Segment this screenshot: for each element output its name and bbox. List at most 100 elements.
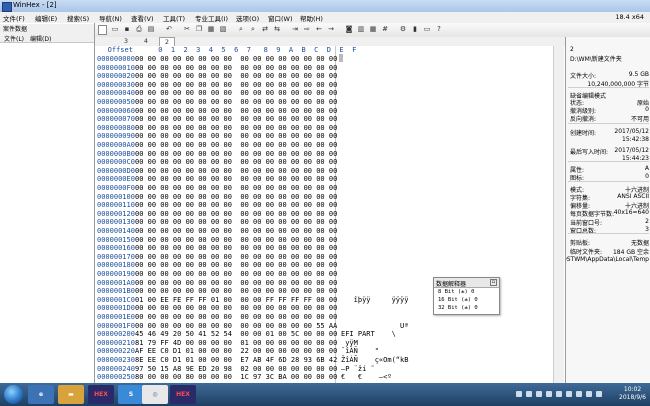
row-hex-bytes[interactable]: 45 46 49 20 50 41 52 54 00 00 01 00 5C 0… bbox=[135, 330, 337, 338]
menu-file[interactable]: 文件(F) bbox=[3, 13, 25, 23]
start-button[interactable] bbox=[4, 385, 23, 404]
winhex-task-icon-2[interactable]: HEX bbox=[170, 385, 196, 404]
tray-icon-9[interactable] bbox=[596, 391, 602, 397]
row-hex-bytes[interactable]: 00 00 00 00 00 00 00 00 00 00 00 00 00 0… bbox=[135, 218, 337, 226]
row-hex-bytes[interactable]: 00 00 00 00 00 00 00 00 00 00 00 00 00 0… bbox=[135, 89, 337, 97]
row-hex-bytes[interactable]: 00 00 00 00 00 00 00 00 00 00 00 00 00 0… bbox=[135, 167, 337, 175]
new-file-icon[interactable] bbox=[98, 25, 107, 35]
menu-search[interactable]: 搜索(S) bbox=[67, 13, 89, 23]
row-hex-bytes[interactable]: 00 00 00 00 00 00 00 00 00 00 00 00 00 0… bbox=[135, 115, 337, 123]
tray-icon-4[interactable] bbox=[546, 391, 552, 397]
menu-window[interactable]: 窗口(W) bbox=[268, 13, 293, 23]
help-icon[interactable]: ? bbox=[434, 25, 444, 34]
window-icon[interactable]: ▭ bbox=[422, 25, 432, 34]
row-hex-bytes[interactable]: 00 00 00 00 00 00 00 00 00 00 00 00 00 0… bbox=[135, 55, 337, 63]
tray-icon-2[interactable] bbox=[526, 391, 532, 397]
browser-icon[interactable]: ◎ bbox=[142, 385, 168, 404]
row-hex-bytes[interactable]: 00 00 00 00 00 00 00 00 00 00 00 00 00 0… bbox=[135, 64, 337, 72]
row-text[interactable]: îþÿÿ ÿÿÿÿ bbox=[341, 296, 409, 304]
row-hex-bytes[interactable]: 00 00 00 00 00 00 00 00 00 00 00 00 00 0… bbox=[135, 184, 337, 192]
row-hex-bytes[interactable]: 00 00 00 00 00 00 00 00 00 00 00 00 00 0… bbox=[135, 261, 337, 269]
row-hex-bytes[interactable]: 97 50 15 A8 9E ED 20 98 02 00 00 00 00 0… bbox=[135, 365, 337, 373]
row-hex-bytes[interactable]: 00 00 00 00 00 00 00 00 00 00 00 00 00 0… bbox=[135, 72, 337, 80]
row-hex-bytes[interactable]: 8E EE C0 D1 01 00 00 00 E7 AB 4F 6D 28 9… bbox=[135, 356, 337, 364]
winhex-task-icon[interactable]: HEX bbox=[88, 385, 114, 404]
interpreter-options-icon[interactable]: ▫ bbox=[490, 279, 497, 286]
row-hex-bytes[interactable]: 00 00 00 00 00 00 00 00 00 00 00 00 00 0… bbox=[135, 193, 337, 201]
menu-navigation[interactable]: 导航(N) bbox=[99, 13, 122, 23]
row-hex-bytes[interactable]: 00 00 00 00 00 00 00 00 00 00 00 00 00 0… bbox=[135, 158, 337, 166]
row-hex-bytes[interactable]: 00 00 00 00 00 00 00 00 00 00 00 00 00 0… bbox=[135, 236, 337, 244]
disk-icon[interactable]: ◙ bbox=[344, 25, 354, 34]
row-hex-bytes[interactable]: 00 00 00 00 00 00 00 00 00 00 00 00 00 0… bbox=[135, 107, 337, 115]
row-hex-bytes[interactable]: 00 00 00 00 00 00 00 00 00 00 00 00 00 0… bbox=[135, 141, 337, 149]
tab-4[interactable]: 4 bbox=[139, 37, 153, 46]
row-hex-bytes[interactable]: 00 00 00 00 00 00 00 00 00 00 00 00 00 0… bbox=[135, 98, 337, 106]
find-hex-icon[interactable]: ⌕ bbox=[248, 25, 258, 34]
menu-edit[interactable]: 编辑(E) bbox=[35, 13, 57, 23]
row-text[interactable]: ¯îÀÑ " bbox=[341, 347, 379, 355]
row-hex-bytes[interactable]: 81 79 FF 4D 00 00 00 00 01 00 00 00 00 0… bbox=[135, 339, 337, 347]
replace-hex-icon[interactable]: ⇆ bbox=[272, 25, 282, 34]
undo-icon[interactable]: ↶ bbox=[164, 25, 174, 34]
save-icon[interactable]: ▪ bbox=[122, 25, 132, 34]
chart-icon[interactable]: ▮ bbox=[410, 25, 420, 34]
row-hex-bytes[interactable]: 00 00 00 00 00 00 00 00 00 00 00 00 00 0… bbox=[135, 279, 337, 287]
row-text[interactable]: yÿM bbox=[341, 339, 358, 347]
row-hex-bytes[interactable]: 01 00 EE FE FF FF 01 00 00 00 FF FF FF F… bbox=[135, 296, 337, 304]
tool-icon[interactable]: ⚙ bbox=[398, 25, 408, 34]
row-hex-bytes[interactable]: 00 00 00 00 00 00 00 00 00 00 00 00 00 0… bbox=[135, 124, 337, 132]
row-hex-bytes[interactable]: 00 00 00 00 00 00 00 00 00 00 00 00 00 0… bbox=[135, 175, 337, 183]
open-folder-icon[interactable]: ▭ bbox=[110, 25, 120, 34]
paste-icon[interactable]: ▦ bbox=[206, 25, 216, 34]
paste-special-icon[interactable]: ▧ bbox=[218, 25, 228, 34]
tray-icon-7[interactable] bbox=[576, 391, 582, 397]
case-menu-edit[interactable]: 编辑(D) bbox=[30, 34, 51, 43]
ram-icon[interactable]: ▥ bbox=[356, 25, 366, 34]
row-text[interactable]: Uª bbox=[341, 322, 408, 330]
folder-icon[interactable]: ▬ bbox=[58, 385, 84, 404]
print-icon[interactable]: ⎙ bbox=[134, 25, 144, 34]
menu-options[interactable]: 选项(O) bbox=[236, 13, 259, 23]
row-hex-bytes[interactable]: 00 00 00 00 00 00 00 00 00 00 00 00 00 0… bbox=[135, 322, 337, 330]
menu-tools[interactable]: 工具(T) bbox=[163, 13, 185, 23]
tray-icon-5[interactable] bbox=[556, 391, 562, 397]
tab-3[interactable]: 3 bbox=[119, 37, 133, 46]
menu-view[interactable]: 查看(V) bbox=[131, 13, 154, 23]
row-hex-bytes[interactable]: 00 00 00 00 00 00 00 00 00 00 00 00 00 0… bbox=[135, 210, 337, 218]
row-hex-bytes[interactable]: 80 00 00 00 80 00 00 00 1C 97 3C BA 00 0… bbox=[135, 373, 337, 381]
tray-icon-1[interactable] bbox=[516, 391, 522, 397]
row-hex-bytes[interactable]: 00 00 00 00 00 00 00 00 00 00 00 00 00 0… bbox=[135, 227, 337, 235]
find-text-icon[interactable]: ⌕ bbox=[236, 25, 246, 34]
goto-offset-icon[interactable]: ⇥ bbox=[290, 25, 300, 34]
row-hex-bytes[interactable]: 00 00 00 00 00 00 00 00 00 00 00 00 00 0… bbox=[135, 201, 337, 209]
row-hex-bytes[interactable]: 00 00 00 00 00 00 00 00 00 00 00 00 00 0… bbox=[135, 150, 337, 158]
ie-icon[interactable]: e bbox=[28, 385, 54, 404]
row-hex-bytes[interactable]: 00 00 00 00 00 00 00 00 00 00 00 00 00 0… bbox=[135, 81, 337, 89]
hex-editor[interactable]: Offset 0 1 2 3 4 5 6 7 8 9 A B C D E F 0… bbox=[95, 46, 565, 383]
replace-text-icon[interactable]: ⇄ bbox=[260, 25, 270, 34]
copy-icon[interactable]: ❐ bbox=[194, 25, 204, 34]
row-text[interactable]: EFI PART \ bbox=[341, 330, 396, 338]
menu-help[interactable]: 帮助(H) bbox=[300, 13, 323, 23]
row-hex-bytes[interactable]: AF EE C0 D1 01 00 00 00 22 00 00 00 00 0… bbox=[135, 347, 337, 355]
menu-specialist[interactable]: 专业工具(I) bbox=[195, 13, 228, 23]
forward-icon[interactable]: → bbox=[326, 25, 336, 34]
tray-icon-3[interactable] bbox=[536, 391, 542, 397]
row-hex-bytes[interactable]: 00 00 00 00 00 00 00 00 00 00 00 00 00 0… bbox=[135, 270, 337, 278]
tray-icon-6[interactable] bbox=[566, 391, 572, 397]
row-hex-bytes[interactable]: 00 00 00 00 00 00 00 00 00 00 00 00 00 0… bbox=[135, 287, 337, 295]
clock[interactable]: 10:02 2018/9/6 bbox=[619, 386, 646, 402]
row-hex-bytes[interactable]: 00 00 00 00 00 00 00 00 00 00 00 00 00 0… bbox=[135, 313, 337, 321]
cut-icon[interactable]: ✂ bbox=[182, 25, 192, 34]
row-hex-bytes[interactable]: 00 00 00 00 00 00 00 00 00 00 00 00 00 0… bbox=[135, 132, 337, 140]
row-text[interactable]: ŽîÀÑ ç«Om(“kB bbox=[341, 356, 408, 364]
sogou-icon[interactable]: S bbox=[118, 385, 144, 404]
goto-sector-icon[interactable]: ⇨ bbox=[302, 25, 312, 34]
properties-icon[interactable]: ▤ bbox=[146, 25, 156, 34]
row-hex-bytes[interactable]: 00 00 00 00 00 00 00 00 00 00 00 00 00 0… bbox=[135, 244, 337, 252]
row-text[interactable]: € € —<º bbox=[341, 373, 392, 381]
case-menu-file[interactable]: 文件(L) bbox=[4, 34, 24, 43]
tray-icon-8[interactable] bbox=[586, 391, 592, 397]
vertical-scrollbar[interactable] bbox=[553, 46, 564, 383]
